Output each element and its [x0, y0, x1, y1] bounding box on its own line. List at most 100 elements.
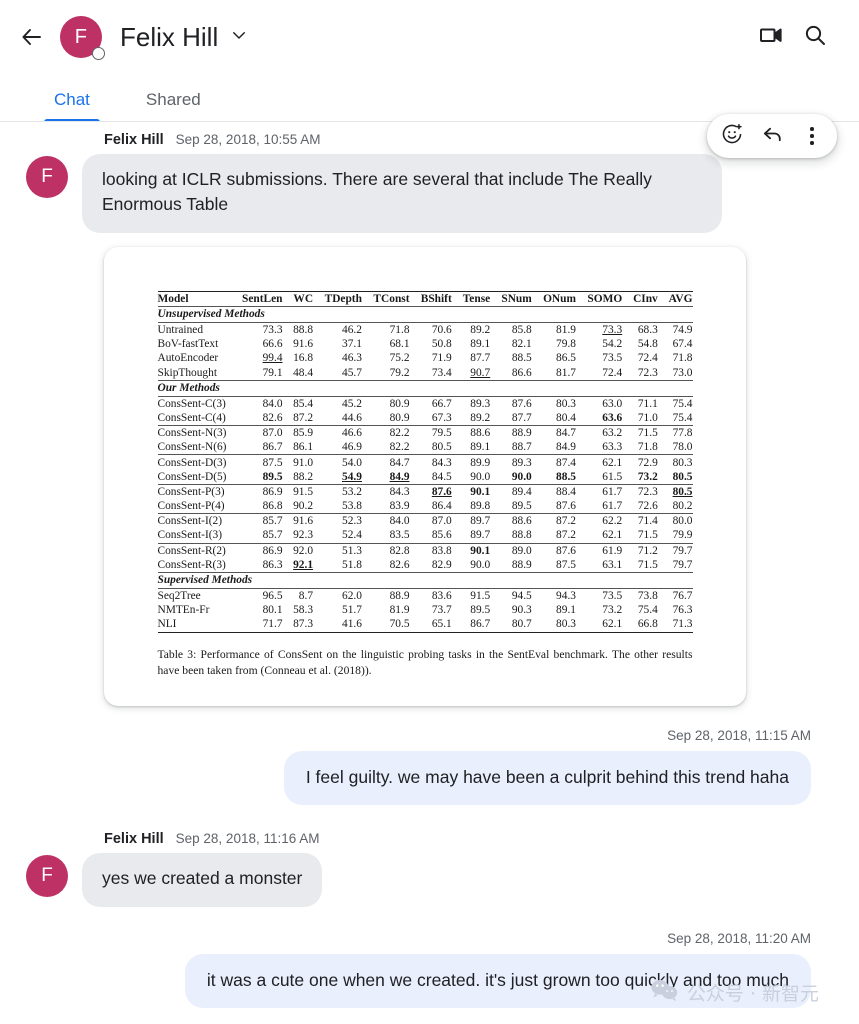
table-cell-model: AutoEncoder [157, 352, 219, 365]
table-cell: 71.8 [637, 441, 658, 454]
table-cell: 82.8 [361, 542, 410, 558]
table-cell: 82.2 [361, 425, 410, 441]
table-cell-model: ConsSent-P(3) [157, 483, 231, 499]
table-cell: 86.8 [262, 500, 283, 513]
table-cell-model: BoV-fastText [157, 338, 219, 351]
table-cell: 71.8 [672, 352, 693, 365]
table-cell: 92.0 [282, 542, 314, 558]
table-cell: 46.3 [342, 352, 362, 365]
back-button[interactable] [12, 17, 52, 57]
add-reaction-button[interactable] [715, 119, 749, 153]
table-cell: 54.9 [342, 470, 362, 483]
table-cell: 84.3 [361, 483, 410, 499]
table-cell: 50.8 [431, 338, 452, 351]
table-cell: 87.6 [409, 483, 452, 499]
table-row: SkipThought 79.1 48.4 45.7 79.2 73.4 90.7 86.6 8… [158, 366, 693, 381]
table-cell: 89.7 [451, 513, 491, 529]
table-row: AutoEncoder 99.4 16.8 46.3 75.2 71.9 87.7 88.5 8… [158, 351, 693, 365]
table-cell: 73.2 [637, 470, 658, 483]
table-cell: 87.6 [556, 500, 576, 513]
table-cell: 89.8 [470, 500, 491, 513]
table-cell: 67.3 [431, 411, 452, 424]
table-cell: 86.1 [293, 441, 314, 454]
arrow-left-icon [20, 25, 44, 49]
table-cell: 54.8 [637, 338, 658, 351]
paper-results-table: Model SentLen WC TDepth TConst BShift Te… [157, 290, 693, 633]
table-cell: 86.7 [451, 617, 491, 633]
table-cell: 80.3 [657, 454, 693, 470]
table-cell: 94.5 [490, 587, 532, 604]
table-cell: 82.2 [389, 441, 410, 454]
table-cell: 81.9 [531, 321, 576, 338]
table-row: ConsSent-R(3) 86.3 92.1 51.8 82.6 82.9 90.0 88.… [158, 558, 693, 573]
table-cell: 52.3 [313, 513, 362, 529]
table-row: NMTEn-Fr 80.1 58.3 51.7 81.9 73.7 89.5 90.3 89.1… [158, 603, 693, 617]
search-button[interactable] [793, 15, 837, 59]
table-cell: 77.8 [657, 425, 693, 441]
table-cell: 86.9 [230, 483, 283, 499]
table-cell: 70.6 [409, 321, 452, 338]
table-cell: 61.7 [602, 500, 623, 513]
message-timestamp: Sep 28, 2018, 11:20 AM [667, 930, 811, 946]
table-cell: 86.9 [230, 542, 283, 558]
table-cell: 89.2 [470, 411, 491, 424]
attachment-card-table-image[interactable]: Model SentLen WC TDepth TConst BShift Te… [104, 246, 746, 707]
video-call-button[interactable] [749, 15, 793, 59]
conversation-menu-button[interactable] [230, 26, 248, 49]
table-cell: 89.1 [556, 604, 576, 617]
table-cell: 79.5 [409, 425, 452, 441]
message-bubble[interactable]: looking at ICLR submissions. There are s… [82, 154, 722, 233]
table-cell: 87.0 [409, 513, 452, 529]
message-sender: Felix Hill [104, 132, 164, 148]
table-cell: 87.7 [470, 352, 491, 365]
table-cell: 63.3 [602, 441, 623, 454]
message-bubble[interactable]: I feel guilty. we may have been a culpri… [283, 751, 811, 806]
table-row: ConsSent-D(3) 87.5 91.0 54.0 84.7 84.3 89.9 89.… [157, 454, 693, 470]
table-section-row: Our Methods [157, 379, 693, 397]
message-row-outgoing: it was a cute one when we created. it's … [22, 953, 837, 1008]
table-cell: 88.8 [511, 529, 532, 542]
table-cell-model: SkipThought [157, 366, 218, 379]
table-cell: 86.6 [511, 366, 532, 379]
column-header: ONum [531, 290, 576, 307]
message-list: Felix Hill Sep 28, 2018, 10:55 AM F look… [0, 114, 859, 1024]
column-header: SOMO [575, 290, 623, 307]
table-cell: 48.4 [293, 366, 314, 379]
tab-shared[interactable]: Shared [142, 90, 205, 122]
table-cell: 87.0 [230, 425, 283, 441]
table-cell: 79.7 [657, 542, 693, 558]
table-cell: 66.6 [262, 338, 283, 351]
tab-chat[interactable]: Chat [44, 90, 100, 122]
message-bubble[interactable]: it was a cute one when we created. it's … [184, 953, 811, 1008]
table-row: ConsSent-D(5) 89.5 88.2 54.9 84.9 84.5 90.0 90.… [158, 470, 693, 485]
table-cell: 84.3 [409, 454, 452, 470]
avatar[interactable]: F [60, 16, 105, 60]
table-cell: 86.7 [262, 441, 283, 454]
message-bubble[interactable]: yes we created a monster [82, 853, 323, 907]
table-cell: 72.4 [637, 352, 658, 365]
search-icon [803, 23, 827, 52]
table-cell: 37.1 [342, 338, 362, 351]
reply-button[interactable] [755, 119, 789, 153]
table-cell: 79.7 [672, 558, 693, 571]
message-row-incoming: F yes we created a monster [22, 853, 837, 907]
more-options-button[interactable] [795, 119, 829, 153]
table-cell-model: NLI [157, 617, 231, 633]
table-cell: 45.7 [342, 366, 362, 379]
table-cell: 80.9 [361, 395, 410, 411]
table-cell: 16.8 [293, 352, 314, 365]
table-cell: 87.5 [230, 454, 283, 470]
table-cell: 86.3 [262, 558, 283, 571]
table-row: NLI 71.7 87.3 41.6 70.5 65.1 86.7 80.7 80.3 62.1 6… [157, 617, 693, 633]
table-cell: 82.6 [389, 558, 410, 571]
table-cell: 81.9 [389, 604, 410, 617]
table-cell: 87.5 [556, 558, 576, 571]
table-cell: 83.9 [389, 500, 410, 513]
message-sender: Felix Hill [104, 831, 164, 848]
table-cell-model: ConsSent-N(3) [157, 425, 231, 441]
table-cell: 85.4 [282, 395, 314, 411]
table-cell: 73.3 [575, 321, 623, 338]
table-cell: 80.5 [672, 470, 693, 483]
table-header-row: Model SentLen WC TDepth TConst BShift Te… [157, 290, 693, 307]
table-cell: 72.3 [637, 366, 658, 379]
